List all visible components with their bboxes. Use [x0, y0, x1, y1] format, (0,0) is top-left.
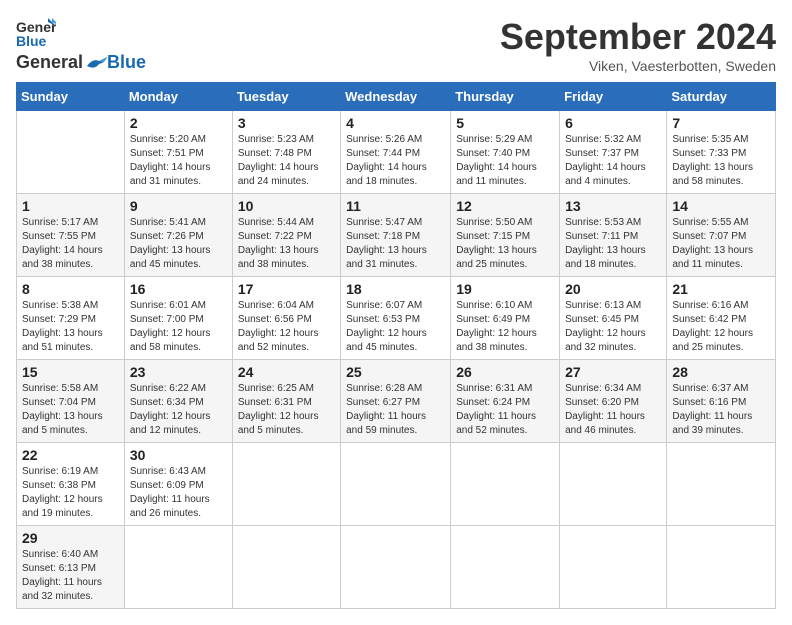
- day-cell-9: 9 Sunrise: 5:41 AMSunset: 7:26 PMDayligh…: [124, 194, 232, 277]
- day-cell-29: 29 Sunrise: 6:40 AMSunset: 6:13 PMDaylig…: [17, 526, 125, 609]
- day-cell-17: 17 Sunrise: 6:04 AMSunset: 6:56 PMDaylig…: [232, 277, 340, 360]
- location-subtitle: Viken, Vaesterbotten, Sweden: [500, 58, 776, 74]
- empty-cell: [667, 526, 776, 609]
- day-cell-14: 14 Sunrise: 5:55 AMSunset: 7:07 PMDaylig…: [667, 194, 776, 277]
- table-row: 22 Sunrise: 6:19 AMSunset: 6:38 PMDaylig…: [17, 443, 776, 526]
- col-friday: Friday: [560, 83, 667, 111]
- title-area: September 2024 Viken, Vaesterbotten, Swe…: [500, 16, 776, 74]
- empty-cell: [124, 526, 232, 609]
- day-cell-8: 8 Sunrise: 5:38 AMSunset: 7:29 PMDayligh…: [17, 277, 125, 360]
- empty-cell: [341, 526, 451, 609]
- empty-cell: [232, 526, 340, 609]
- logo-bird: [85, 56, 107, 70]
- page-header: General Blue General Blue September 2024…: [16, 16, 776, 74]
- col-sunday: Sunday: [17, 83, 125, 111]
- day-cell-11: 11 Sunrise: 5:47 AMSunset: 7:18 PMDaylig…: [341, 194, 451, 277]
- empty-cell: [667, 443, 776, 526]
- day-cell-18: 18 Sunrise: 6:07 AMSunset: 6:53 PMDaylig…: [341, 277, 451, 360]
- day-cell-28: 28 Sunrise: 6:37 AMSunset: 6:16 PMDaylig…: [667, 360, 776, 443]
- logo: General Blue General Blue: [16, 16, 146, 73]
- table-row: 29 Sunrise: 6:40 AMSunset: 6:13 PMDaylig…: [17, 526, 776, 609]
- day-cell-25: 25 Sunrise: 6:28 AMSunset: 6:27 PMDaylig…: [341, 360, 451, 443]
- day-cell-12: 12 Sunrise: 5:50 AMSunset: 7:15 PMDaylig…: [451, 194, 560, 277]
- day-cell-20: 20 Sunrise: 6:13 AMSunset: 6:45 PMDaylig…: [560, 277, 667, 360]
- col-thursday: Thursday: [451, 83, 560, 111]
- svg-text:Blue: Blue: [16, 33, 47, 49]
- col-saturday: Saturday: [667, 83, 776, 111]
- calendar-table: Sunday Monday Tuesday Wednesday Thursday…: [16, 82, 776, 609]
- col-wednesday: Wednesday: [341, 83, 451, 111]
- day-cell-3: 3 Sunrise: 5:23 AMSunset: 7:48 PMDayligh…: [232, 111, 340, 194]
- col-monday: Monday: [124, 83, 232, 111]
- month-title: September 2024: [500, 16, 776, 58]
- logo-icon: General Blue: [16, 16, 56, 50]
- day-cell-13: 13 Sunrise: 5:53 AMSunset: 7:11 PMDaylig…: [560, 194, 667, 277]
- day-cell-27: 27 Sunrise: 6:34 AMSunset: 6:20 PMDaylig…: [560, 360, 667, 443]
- table-row: 15 Sunrise: 5:58 AMSunset: 7:04 PMDaylig…: [17, 360, 776, 443]
- day-cell-2: 2 Sunrise: 5:20 AMSunset: 7:51 PMDayligh…: [124, 111, 232, 194]
- table-row: 2 Sunrise: 5:20 AMSunset: 7:51 PMDayligh…: [17, 111, 776, 194]
- day-cell-15: 15 Sunrise: 5:58 AMSunset: 7:04 PMDaylig…: [17, 360, 125, 443]
- empty-cell: [451, 526, 560, 609]
- day-cell-6: 6 Sunrise: 5:32 AMSunset: 7:37 PMDayligh…: [560, 111, 667, 194]
- logo-general: General: [16, 52, 83, 73]
- table-row: 1 Sunrise: 5:17 AMSunset: 7:55 PMDayligh…: [17, 194, 776, 277]
- day-cell-21: 21 Sunrise: 6:16 AMSunset: 6:42 PMDaylig…: [667, 277, 776, 360]
- empty-cell: [451, 443, 560, 526]
- empty-cell: [232, 443, 340, 526]
- table-row: 8 Sunrise: 5:38 AMSunset: 7:29 PMDayligh…: [17, 277, 776, 360]
- day-cell-24: 24 Sunrise: 6:25 AMSunset: 6:31 PMDaylig…: [232, 360, 340, 443]
- day-cell-10: 10 Sunrise: 5:44 AMSunset: 7:22 PMDaylig…: [232, 194, 340, 277]
- day-cell-26: 26 Sunrise: 6:31 AMSunset: 6:24 PMDaylig…: [451, 360, 560, 443]
- day-cell-16: 16 Sunrise: 6:01 AMSunset: 7:00 PMDaylig…: [124, 277, 232, 360]
- col-tuesday: Tuesday: [232, 83, 340, 111]
- day-cell-22: 22 Sunrise: 6:19 AMSunset: 6:38 PMDaylig…: [17, 443, 125, 526]
- day-cell-19: 19 Sunrise: 6:10 AMSunset: 6:49 PMDaylig…: [451, 277, 560, 360]
- day-cell-23: 23 Sunrise: 6:22 AMSunset: 6:34 PMDaylig…: [124, 360, 232, 443]
- day-cell-7: 7 Sunrise: 5:35 AMSunset: 7:33 PMDayligh…: [667, 111, 776, 194]
- empty-cell: [560, 526, 667, 609]
- day-cell-5: 5 Sunrise: 5:29 AMSunset: 7:40 PMDayligh…: [451, 111, 560, 194]
- day-cell-4: 4 Sunrise: 5:26 AMSunset: 7:44 PMDayligh…: [341, 111, 451, 194]
- calendar-header-row: Sunday Monday Tuesday Wednesday Thursday…: [17, 83, 776, 111]
- empty-cell: [341, 443, 451, 526]
- day-cell-30: 30 Sunrise: 6:43 AMSunset: 6:09 PMDaylig…: [124, 443, 232, 526]
- empty-cell: [560, 443, 667, 526]
- logo-blue: Blue: [107, 52, 146, 73]
- day-cell-1: 1 Sunrise: 5:17 AMSunset: 7:55 PMDayligh…: [17, 194, 125, 277]
- empty-cell: [17, 111, 125, 194]
